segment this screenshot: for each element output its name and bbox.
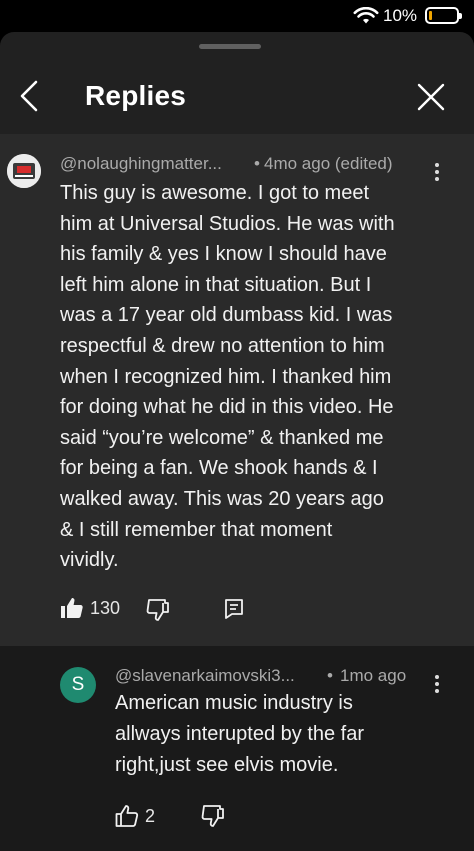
- comment-line: him at Universal Studios. He was with: [60, 212, 395, 235]
- battery-percent: 10%: [383, 6, 418, 25]
- battery-icon: [425, 7, 462, 24]
- status-bar: 10%: [0, 0, 474, 32]
- comment-line: was a 17 year old dumbass kid. I was: [60, 304, 393, 327]
- avatar-image: [7, 154, 41, 188]
- comment-author[interactable]: @slavenarkaimovski3...: [115, 666, 295, 686]
- wifi-icon: [353, 7, 379, 24]
- comment-author[interactable]: @nolaughingmatter...: [60, 154, 222, 174]
- avatar[interactable]: S: [60, 667, 96, 703]
- comment-line: American music industry is: [115, 692, 353, 714]
- comment-line: right,just see elvis movie.: [115, 754, 339, 776]
- comment-line: for doing what he did in this video. He: [60, 396, 394, 419]
- comment-time-separator: •: [254, 154, 260, 173]
- reply-icon[interactable]: [223, 598, 245, 620]
- thumbs-down-icon[interactable]: [146, 598, 170, 622]
- close-icon[interactable]: [414, 80, 448, 114]
- comment-time: 1mo ago: [340, 666, 407, 685]
- comment-line: said “you’re welcome” & thanked me: [60, 426, 384, 449]
- comment-line: & I still remember that moment: [60, 518, 333, 541]
- comment-line: allways interupted by the far: [115, 723, 365, 745]
- comment-line: This guy is awesome. I got to meet: [60, 182, 370, 204]
- comment-line: respectful & drew no attention to him: [60, 334, 385, 357]
- comment-time: 4mo ago (edited): [264, 154, 393, 173]
- avatar[interactable]: [7, 154, 41, 188]
- comment-line: left him alone in that situation. But I: [60, 273, 372, 296]
- page-title: Replies: [85, 80, 186, 111]
- comment-line: his family & yes I know I should have: [60, 243, 387, 266]
- comment-time-separator: •: [327, 666, 333, 685]
- thumbs-up-filled-icon[interactable]: [60, 596, 84, 620]
- comment-body: American music industry is allways inter…: [115, 688, 445, 781]
- comment-line: vividly.: [60, 549, 119, 572]
- drag-handle[interactable]: [199, 44, 261, 49]
- thumbs-up-icon[interactable]: [115, 804, 139, 828]
- comment-line: walked away. This was 20 years ago: [60, 487, 384, 510]
- chevron-left-icon[interactable]: [14, 78, 46, 114]
- comment-line: for being a fan. We shook hands & I: [60, 457, 378, 480]
- thumbs-down-icon[interactable]: [201, 804, 225, 828]
- comment-body: This guy is awesome. I got to meet him a…: [60, 178, 440, 576]
- comment-line: when I recognized him. I thanked him: [60, 365, 392, 388]
- like-count: 2: [145, 806, 156, 826]
- like-count: 130: [90, 598, 121, 618]
